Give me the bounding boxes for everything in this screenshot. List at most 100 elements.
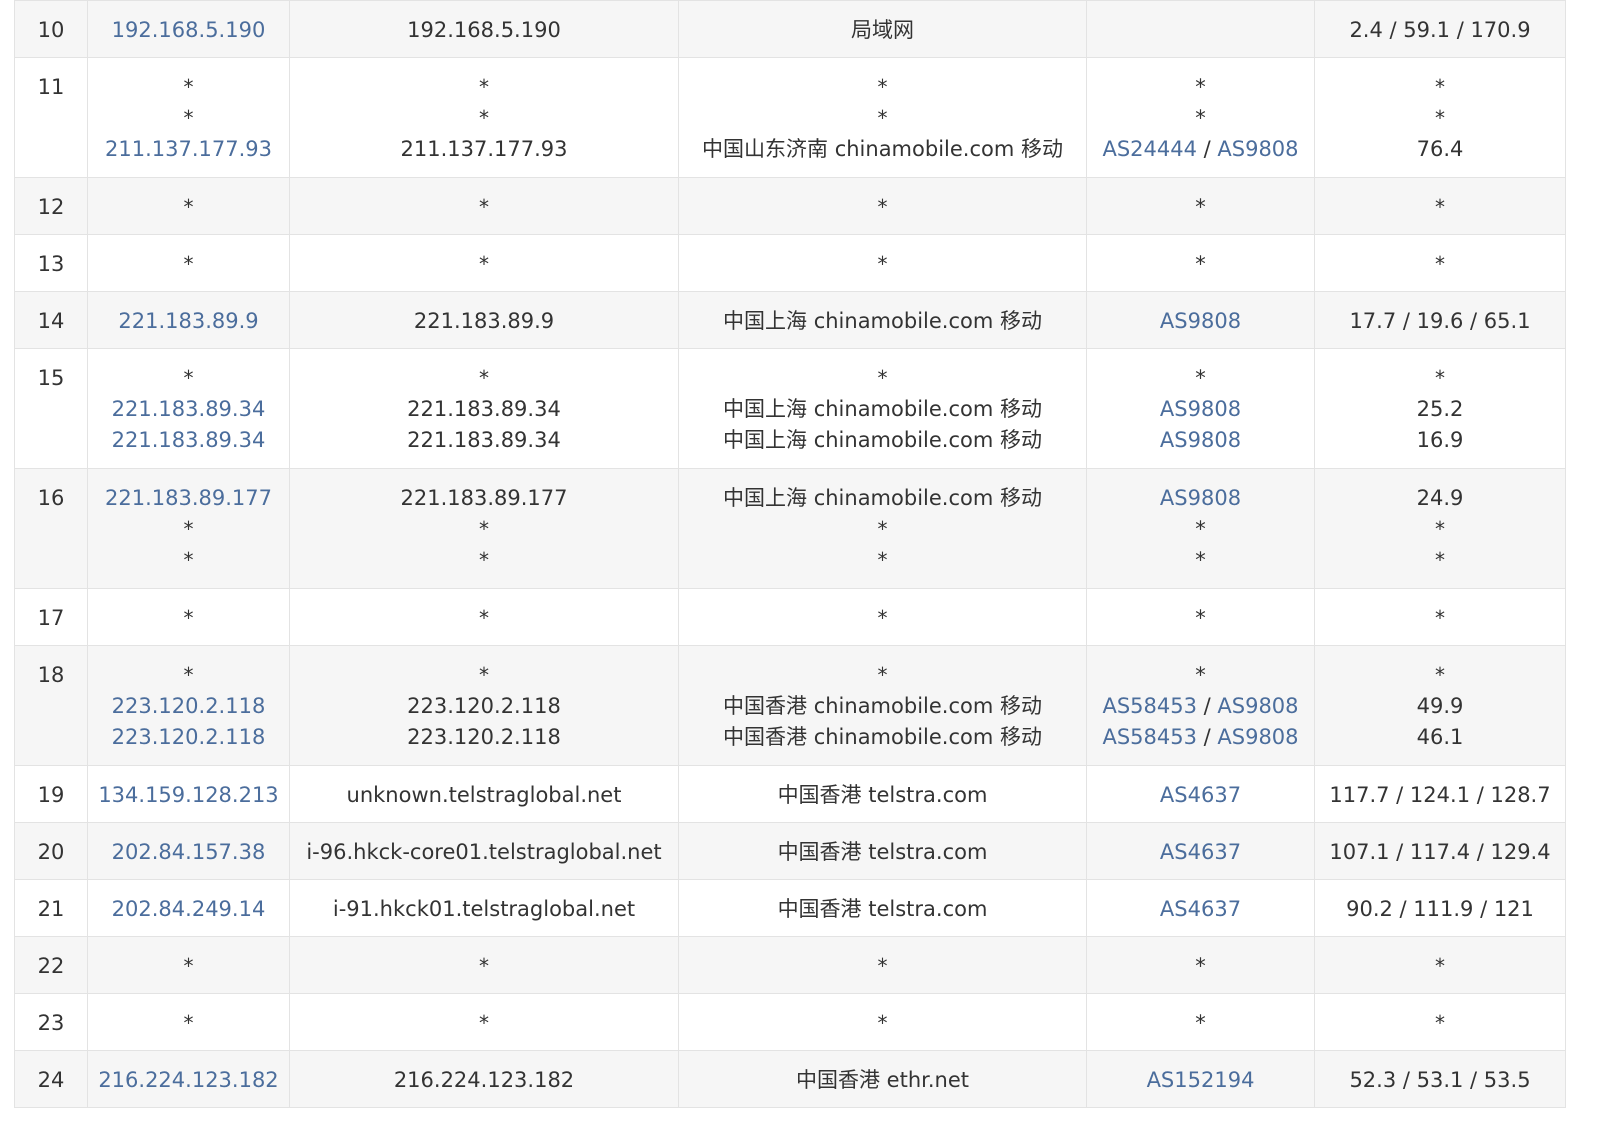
ip-link[interactable]: 223.120.2.118	[94, 722, 283, 753]
hop-number: 12	[37, 195, 65, 219]
empty-probe: *	[1435, 1011, 1445, 1035]
ip-link[interactable]: 221.183.89.34	[94, 425, 283, 456]
empty-probe: *	[183, 75, 194, 99]
hostname: 223.120.2.118	[407, 694, 561, 718]
empty-probe: *	[1435, 366, 1445, 390]
ip-link[interactable]: 202.84.249.14	[94, 894, 283, 925]
hop-number-cell: 17	[14, 588, 88, 646]
asn-cell: AS4637	[1086, 822, 1315, 880]
empty-probe: *	[183, 954, 194, 978]
asn-line: *	[1093, 660, 1308, 691]
hop-number-cell: 19	[14, 765, 88, 823]
asn-link[interactable]: AS58453	[1102, 694, 1197, 718]
asn-link[interactable]: AS152194	[1147, 1068, 1255, 1092]
latency-cell: *	[1314, 993, 1566, 1051]
asn-cell: AS4637	[1086, 765, 1315, 823]
hostname: 223.120.2.118	[407, 725, 561, 749]
hop-number: 17	[37, 606, 65, 630]
ip-link[interactable]: 221.183.89.34	[94, 394, 283, 425]
ip-cell: *	[87, 936, 290, 994]
location-cell: 中国香港 ethr.net	[678, 1050, 1087, 1108]
empty-probe: *	[1195, 606, 1206, 630]
asn-line: AS9808	[1093, 483, 1308, 514]
hop-number-cell: 20	[14, 822, 88, 880]
location-cell: *	[678, 936, 1087, 994]
location-cell: 中国上海 chinamobile.com 移动	[678, 291, 1087, 349]
ip-cell: * * 211.137.177.93	[87, 57, 290, 178]
ip-link[interactable]: 223.120.2.118	[94, 691, 283, 722]
empty-probe: *	[877, 954, 888, 978]
hostname-cell: 221.183.89.9	[289, 291, 679, 349]
location-cell: *	[678, 993, 1087, 1051]
hostname-cell: 216.224.123.182	[289, 1050, 679, 1108]
hop-row: 24 216.224.123.182 216.224.123.182 中国香港 eth…	[14, 1050, 1566, 1108]
asn-link[interactable]: AS4637	[1160, 783, 1241, 807]
empty-probe: *	[479, 366, 489, 390]
hop-row: 18 * 223.120.2.118 223.120.2.118 * 223.120.2.…	[14, 645, 1566, 766]
hop-number: 15	[37, 366, 65, 390]
hop-number: 20	[37, 840, 65, 864]
asn-link[interactable]: AS4637	[1160, 897, 1241, 921]
asn-link[interactable]: AS9808	[1160, 309, 1241, 333]
asn-link[interactable]: AS24444	[1102, 137, 1197, 161]
ip-link[interactable]: 211.137.177.93	[94, 134, 283, 165]
hop-row: 13 * * * * *	[14, 234, 1566, 292]
location-cell: 局域网	[678, 0, 1087, 58]
hostname: 221.183.89.34	[407, 397, 561, 421]
asn-link[interactable]: AS9808	[1160, 428, 1241, 452]
asn-line: *	[1093, 363, 1308, 394]
hop-number: 24	[37, 1068, 65, 1092]
ip-link[interactable]: 202.84.157.38	[94, 837, 283, 868]
location: 中国上海 chinamobile.com 移动	[723, 309, 1042, 333]
asn-link[interactable]: AS58453	[1102, 725, 1197, 749]
asn-link[interactable]: AS9808	[1160, 486, 1241, 510]
hop-row: 20 202.84.157.38 i-96.hkck-core01.telstrag…	[14, 822, 1566, 880]
asn-link[interactable]: AS9808	[1160, 397, 1241, 421]
ip-link[interactable]: 134.159.128.213	[94, 780, 283, 811]
asn-line: *	[1093, 603, 1308, 634]
ip-link[interactable]: 221.183.89.9	[94, 306, 283, 337]
hop-number-cell: 14	[14, 291, 88, 349]
asn-line: *	[1093, 514, 1308, 545]
hostname: i-96.hkck-core01.telstraglobal.net	[306, 840, 662, 864]
hostname: unknown.telstraglobal.net	[346, 783, 622, 807]
hop-number-cell: 16	[14, 468, 88, 589]
empty-probe: *	[479, 195, 489, 219]
asn-link[interactable]: AS4637	[1160, 840, 1241, 864]
hop-row: 14 221.183.89.9 221.183.89.9 中国上海 chinamobi…	[14, 291, 1566, 349]
hostname-cell: * 223.120.2.118 223.120.2.118	[289, 645, 679, 766]
latency-cell: 90.2 / 111.9 / 121	[1314, 879, 1566, 937]
hostname-cell: * 221.183.89.34 221.183.89.34	[289, 348, 679, 469]
asn-line: *	[1093, 249, 1308, 280]
asn-cell: AS152194	[1086, 1050, 1315, 1108]
asn-cell: * AS58453 / AS9808 AS58453 / AS9808	[1086, 645, 1315, 766]
empty-probe: *	[183, 1011, 194, 1035]
empty-probe: *	[1195, 366, 1206, 390]
empty-probe: *	[479, 252, 489, 276]
hop-number: 16	[37, 486, 65, 510]
hop-number: 14	[37, 309, 65, 333]
hop-number-cell: 21	[14, 879, 88, 937]
hostname: 211.137.177.93	[400, 137, 568, 161]
latency-value: 76.4	[1416, 137, 1464, 161]
empty-probe: *	[1435, 195, 1445, 219]
empty-probe: *	[877, 366, 888, 390]
ip-link[interactable]: 221.183.89.177	[94, 483, 283, 514]
asn-line: AS4637	[1093, 837, 1308, 868]
asn-link[interactable]: AS9808	[1217, 694, 1298, 718]
asn-line: AS9808	[1093, 306, 1308, 337]
asn-link[interactable]: AS9808	[1217, 725, 1298, 749]
latency-value: 90.2 / 111.9 / 121	[1346, 897, 1534, 921]
hop-number-cell: 23	[14, 993, 88, 1051]
asn-line: *	[1093, 951, 1308, 982]
asn-link[interactable]: AS9808	[1217, 137, 1298, 161]
ip-link[interactable]: 192.168.5.190	[94, 15, 283, 46]
ip-cell: 216.224.123.182	[87, 1050, 290, 1108]
empty-probe: *	[479, 663, 489, 687]
latency-cell: * 49.9 46.1	[1314, 645, 1566, 766]
hostname-cell: *	[289, 993, 679, 1051]
asn-line: *	[1093, 103, 1308, 134]
latency-value: 17.7 / 19.6 / 65.1	[1349, 309, 1531, 333]
hostname-cell: * * 211.137.177.93	[289, 57, 679, 178]
ip-link[interactable]: 216.224.123.182	[94, 1065, 283, 1096]
